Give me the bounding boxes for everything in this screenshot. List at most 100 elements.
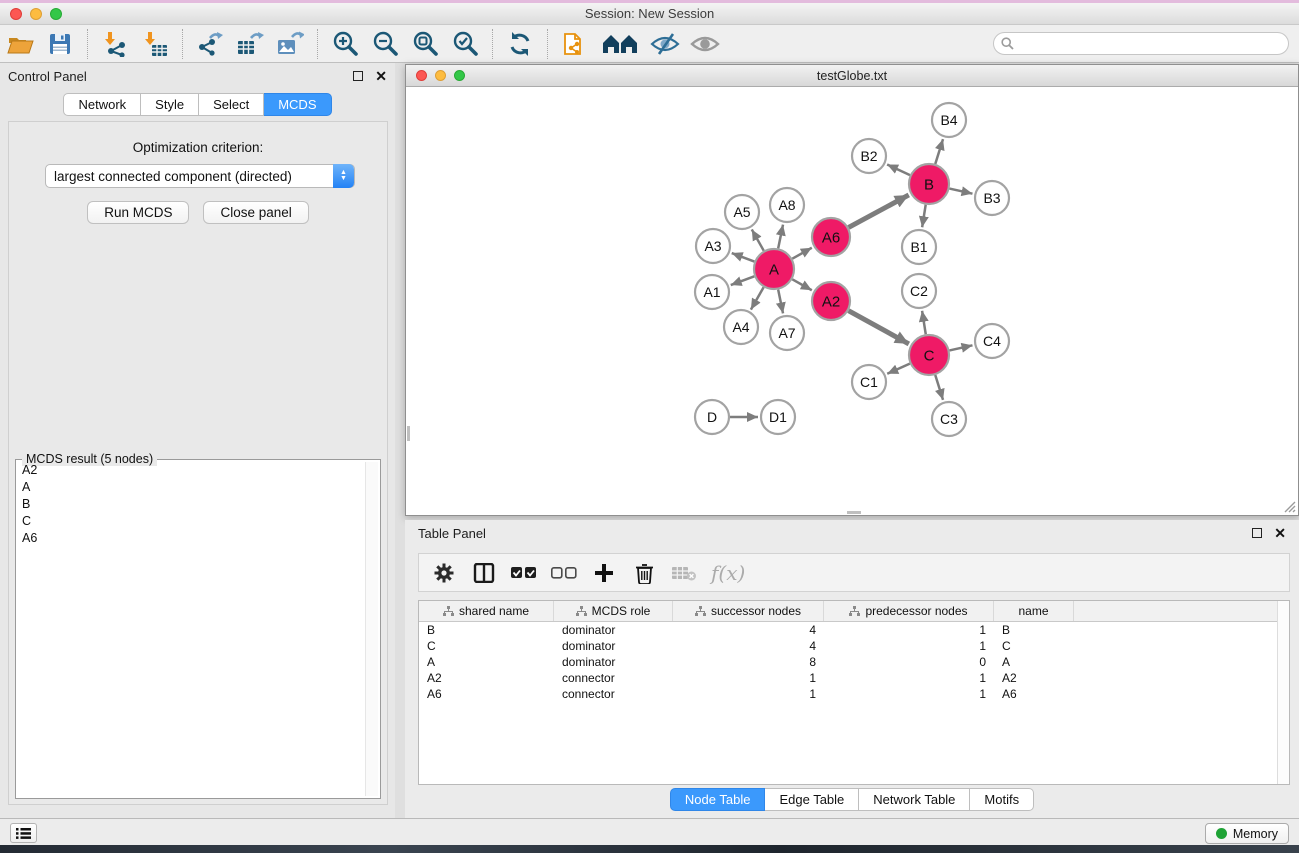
- cell-predecessor_nodes[interactable]: 1: [824, 670, 994, 686]
- close-panel-button[interactable]: Close panel: [203, 201, 308, 224]
- cell-mcds_role[interactable]: dominator: [554, 638, 673, 654]
- result-item[interactable]: B: [18, 496, 364, 513]
- run-mcds-button[interactable]: Run MCDS: [87, 201, 189, 224]
- column-header-predecessor-nodes[interactable]: predecessor nodes: [824, 601, 994, 621]
- tab-motifs[interactable]: Motifs: [970, 788, 1034, 811]
- network-canvas[interactable]: B4B2BB3A5A8A6B1A3AA1C2A2A4A7C4CC1C3DD1: [407, 88, 1297, 514]
- table-float-panel-icon[interactable]: [1252, 528, 1262, 538]
- column-layout-icon[interactable]: [471, 560, 497, 586]
- edge-A2-C[interactable]: [849, 311, 909, 344]
- cell-shared_name[interactable]: B: [419, 622, 554, 638]
- close-panel-icon[interactable]: ✕: [375, 69, 387, 83]
- table-scrollbar[interactable]: [1277, 601, 1289, 784]
- settings-gear-icon[interactable]: [431, 560, 457, 586]
- delete-table-icon[interactable]: [671, 560, 697, 586]
- result-item[interactable]: A2: [18, 462, 364, 479]
- zoom-fit-icon[interactable]: [410, 29, 440, 59]
- memory-button[interactable]: Memory: [1205, 823, 1289, 844]
- zoom-selected-icon[interactable]: [450, 29, 480, 59]
- edge-B-B1[interactable]: [922, 205, 926, 228]
- cell-successor_nodes[interactable]: 4: [673, 622, 824, 638]
- cell-successor_nodes[interactable]: 8: [673, 654, 824, 670]
- table-row[interactable]: Cdominator41C: [419, 638, 1289, 654]
- add-column-icon[interactable]: [591, 560, 617, 586]
- tab-network[interactable]: Network: [63, 93, 141, 116]
- resize-grip-icon[interactable]: [1283, 500, 1296, 513]
- cell-mcds_role[interactable]: dominator: [554, 654, 673, 670]
- result-item[interactable]: A: [18, 479, 364, 496]
- column-header-successor-nodes[interactable]: successor nodes: [673, 601, 824, 621]
- cell-mcds_role[interactable]: connector: [554, 686, 673, 702]
- tab-style[interactable]: Style: [141, 93, 199, 116]
- column-header-shared-name[interactable]: shared name: [419, 601, 554, 621]
- edge-C-C4[interactable]: [949, 345, 972, 350]
- table-row[interactable]: A6connector11A6: [419, 686, 1289, 702]
- zoom-in-icon[interactable]: [330, 29, 360, 59]
- cell-shared_name[interactable]: A2: [419, 670, 554, 686]
- export-table-icon[interactable]: [235, 29, 265, 59]
- edge-A-A3[interactable]: [732, 253, 755, 262]
- tab-mcds[interactable]: MCDS: [264, 93, 331, 116]
- network-graph[interactable]: B4B2BB3A5A8A6B1A3AA1C2A2A4A7C4CC1C3DD1: [407, 88, 1299, 515]
- result-scrollbar[interactable]: [365, 462, 378, 796]
- edge-C-C3[interactable]: [935, 375, 943, 400]
- optimization-criterion-select[interactable]: largest connected component (directed) ▲…: [45, 164, 355, 188]
- table-row[interactable]: A2connector11A2: [419, 670, 1289, 686]
- edge-A6-B[interactable]: [849, 195, 909, 228]
- search-input[interactable]: [993, 32, 1289, 55]
- save-session-icon[interactable]: [45, 29, 75, 59]
- delete-column-icon[interactable]: [631, 560, 657, 586]
- float-panel-icon[interactable]: [353, 71, 363, 81]
- cell-name[interactable]: A6: [994, 686, 1074, 702]
- cell-predecessor_nodes[interactable]: 1: [824, 638, 994, 654]
- edge-A-A2[interactable]: [792, 279, 812, 290]
- vertical-scroll-mark[interactable]: [407, 426, 410, 441]
- cell-mcds_role[interactable]: dominator: [554, 622, 673, 638]
- table-close-panel-icon[interactable]: ✕: [1274, 526, 1286, 540]
- cell-successor_nodes[interactable]: 1: [673, 686, 824, 702]
- import-network-icon[interactable]: [100, 29, 130, 59]
- column-header-name[interactable]: name: [994, 601, 1074, 621]
- edge-C-C2[interactable]: [922, 311, 926, 334]
- network-window-titlebar[interactable]: testGlobe.txt: [406, 65, 1298, 87]
- edge-A-A4[interactable]: [751, 287, 764, 309]
- tab-edge-table[interactable]: Edge Table: [765, 788, 859, 811]
- table-row[interactable]: Bdominator41B: [419, 622, 1289, 638]
- tab-select[interactable]: Select: [199, 93, 264, 116]
- column-header-MCDS-role[interactable]: MCDS role: [554, 601, 673, 621]
- cell-shared_name[interactable]: A: [419, 654, 554, 670]
- edge-A-A6[interactable]: [792, 248, 812, 259]
- cell-name[interactable]: A2: [994, 670, 1074, 686]
- cell-shared_name[interactable]: A6: [419, 686, 554, 702]
- cell-predecessor_nodes[interactable]: 0: [824, 654, 994, 670]
- tab-network-table[interactable]: Network Table: [859, 788, 970, 811]
- result-item[interactable]: C: [18, 513, 364, 530]
- tab-node-table[interactable]: Node Table: [670, 788, 766, 811]
- show-all-icon[interactable]: [690, 29, 720, 59]
- apply-layout-icon[interactable]: [505, 29, 535, 59]
- horizontal-scroll-mark[interactable]: [847, 511, 861, 514]
- zoom-out-icon[interactable]: [370, 29, 400, 59]
- edge-B-B3[interactable]: [949, 189, 972, 194]
- first-neighbors-icon[interactable]: [600, 29, 640, 59]
- cell-predecessor_nodes[interactable]: 1: [824, 622, 994, 638]
- table-row[interactable]: Adominator80A: [419, 654, 1289, 670]
- task-history-button[interactable]: [10, 823, 37, 843]
- edge-A-A7[interactable]: [778, 290, 783, 314]
- cell-mcds_role[interactable]: connector: [554, 670, 673, 686]
- cell-successor_nodes[interactable]: 4: [673, 638, 824, 654]
- edge-A-A5[interactable]: [752, 229, 764, 250]
- import-table-icon[interactable]: [140, 29, 170, 59]
- cell-name[interactable]: A: [994, 654, 1074, 670]
- edge-A-A1[interactable]: [731, 276, 755, 285]
- cell-successor_nodes[interactable]: 1: [673, 670, 824, 686]
- mcds-result-list[interactable]: A2ABCA6: [18, 462, 364, 796]
- hide-selected-icon[interactable]: [650, 29, 680, 59]
- edge-B-B2[interactable]: [887, 164, 910, 175]
- select-all-columns-icon[interactable]: [511, 560, 537, 586]
- result-item[interactable]: A6: [18, 530, 364, 547]
- edge-A-A8[interactable]: [778, 225, 783, 249]
- export-image-icon[interactable]: [275, 29, 305, 59]
- unselect-all-columns-icon[interactable]: [551, 560, 577, 586]
- open-file-icon[interactable]: [5, 29, 35, 59]
